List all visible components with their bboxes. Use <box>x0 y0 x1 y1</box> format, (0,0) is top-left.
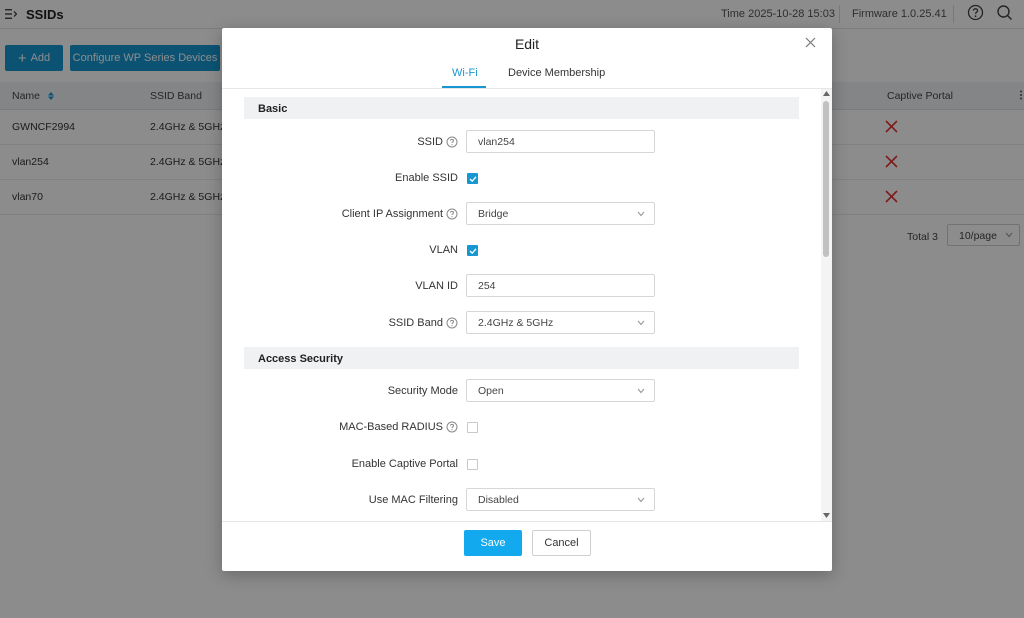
ssid-value: vlan254 <box>478 136 515 148</box>
help-icon[interactable] <box>446 208 458 220</box>
help-icon[interactable] <box>446 136 458 148</box>
enable-ssid-label: Enable SSID <box>395 172 458 184</box>
scroll-down-arrow-icon[interactable] <box>823 513 830 518</box>
cancel-button[interactable]: Cancel <box>532 530 591 556</box>
enable-ssid-label-text: Enable SSID <box>395 172 458 184</box>
client-ip-label: Client IP Assignment <box>342 208 458 220</box>
security-mode-value: Open <box>478 385 504 397</box>
vlan-id-label-text: VLAN ID <box>415 280 458 292</box>
check-icon <box>469 176 477 183</box>
vlan-id-input[interactable]: 254 <box>466 274 655 297</box>
ssid-band-label: SSID Band <box>389 317 458 329</box>
chevron-down-icon <box>637 320 645 326</box>
mac-filtering-value: Disabled <box>478 494 519 506</box>
client-ip-value: Bridge <box>478 208 509 220</box>
mac-radius-label: MAC-Based RADIUS <box>339 421 458 433</box>
scrollbar[interactable] <box>821 89 832 521</box>
chevron-down-icon <box>637 497 645 503</box>
section-header-basic: Basic <box>244 97 799 119</box>
vlan-id-label: VLAN ID <box>415 280 458 292</box>
tab-device-membership[interactable]: Device Membership <box>508 67 605 79</box>
divider <box>222 521 832 522</box>
captive-portal-checkbox[interactable] <box>467 459 478 470</box>
section-header-access-security: Access Security <box>244 347 799 369</box>
close-icon[interactable] <box>805 37 816 48</box>
scroll-up-arrow-icon[interactable] <box>823 91 830 96</box>
ssid-label-text: SSID <box>417 136 443 148</box>
ssid-band-value: 2.4GHz & 5GHz <box>478 317 554 329</box>
security-mode-label-text: Security Mode <box>387 385 458 397</box>
help-icon[interactable] <box>446 317 458 329</box>
vlan-label-text: VLAN <box>429 244 458 256</box>
client-ip-select[interactable]: Bridge <box>466 202 655 225</box>
help-icon[interactable] <box>446 421 458 433</box>
vlan-checkbox[interactable] <box>467 245 478 256</box>
security-mode-select[interactable]: Open <box>466 379 655 402</box>
dialog-title: Edit <box>514 36 540 52</box>
enable-ssid-checkbox[interactable] <box>467 173 478 184</box>
security-mode-label: Security Mode <box>388 385 458 397</box>
ssid-band-label-text: SSID Band <box>388 317 443 329</box>
ssid-input[interactable]: vlan254 <box>466 130 655 153</box>
ssid-label: SSID <box>417 136 458 148</box>
mac-filtering-label-text: Use MAC Filtering <box>368 494 458 506</box>
scrollbar-thumb[interactable] <box>823 101 829 257</box>
vlan-id-value: 254 <box>478 280 496 292</box>
mac-filtering-label: Use MAC Filtering <box>369 494 458 506</box>
save-button[interactable]: Save <box>464 530 522 556</box>
ssid-band-select[interactable]: 2.4GHz & 5GHz <box>466 311 655 334</box>
check-icon <box>469 248 477 255</box>
tab-wifi[interactable]: Wi-Fi <box>452 67 478 79</box>
captive-portal-label-text: Enable Captive Portal <box>351 458 458 470</box>
client-ip-label-text: Client IP Assignment <box>341 208 443 220</box>
chevron-down-icon <box>637 388 645 394</box>
captive-portal-label: Enable Captive Portal <box>352 458 458 470</box>
chevron-down-icon <box>637 211 645 217</box>
mac-radius-label-text: MAC-Based RADIUS <box>339 421 443 433</box>
edit-dialog: Edit Wi-Fi Device Membership Basic SSID … <box>222 28 832 571</box>
mac-radius-checkbox[interactable] <box>467 422 478 433</box>
mac-filtering-select[interactable]: Disabled <box>466 488 655 511</box>
form-scroll-area[interactable]: Basic SSID vlan254 Enable SSID Client IP… <box>222 89 832 521</box>
vlan-label: VLAN <box>429 244 458 256</box>
